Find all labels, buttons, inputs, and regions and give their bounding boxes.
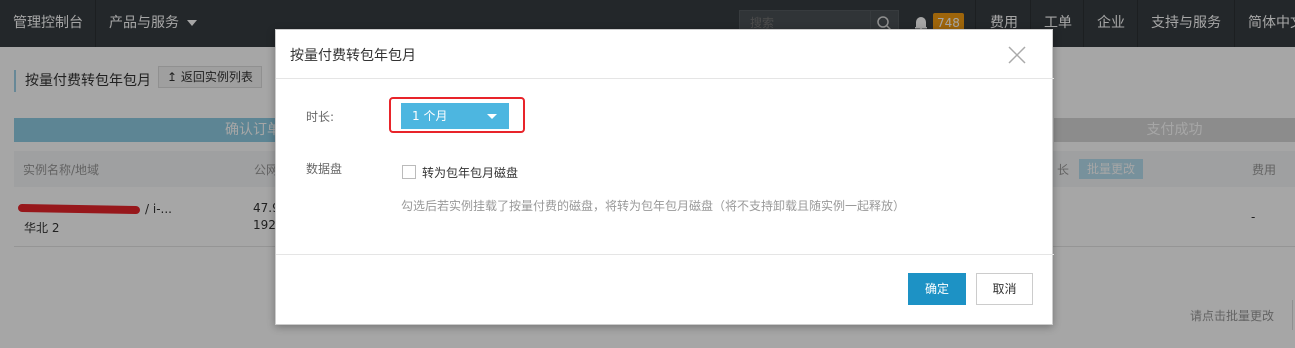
convert-billing-dialog: 按量付费转包年包月 时长: 1 个月 数据盘 转为包年包月磁盘 勾选后若实例挂载… bbox=[275, 29, 1054, 325]
confirm-button[interactable]: 确定 bbox=[908, 273, 966, 305]
data-disk-label: 数据盘 bbox=[306, 162, 343, 176]
duration-select[interactable]: 1 个月 bbox=[401, 103, 509, 129]
duration-value: 1 个月 bbox=[412, 109, 448, 123]
cancel-button[interactable]: 取消 bbox=[976, 273, 1033, 305]
caret-down-icon bbox=[487, 114, 497, 119]
dialog-header: 按量付费转包年包月 bbox=[276, 30, 1054, 79]
duration-label: 时长: bbox=[306, 110, 335, 124]
convert-disk-checkbox[interactable] bbox=[402, 165, 416, 179]
disk-help-text: 勾选后若实例挂载了按量付费的磁盘，将转为包年包月磁盘（将不支持卸载且随实例一起释… bbox=[401, 199, 906, 213]
convert-disk-checkbox-label[interactable]: 转为包年包月磁盘 bbox=[422, 164, 518, 181]
dialog-footer-divider bbox=[276, 254, 1054, 255]
close-icon[interactable] bbox=[1006, 44, 1028, 66]
dialog-title: 按量付费转包年包月 bbox=[290, 48, 416, 64]
